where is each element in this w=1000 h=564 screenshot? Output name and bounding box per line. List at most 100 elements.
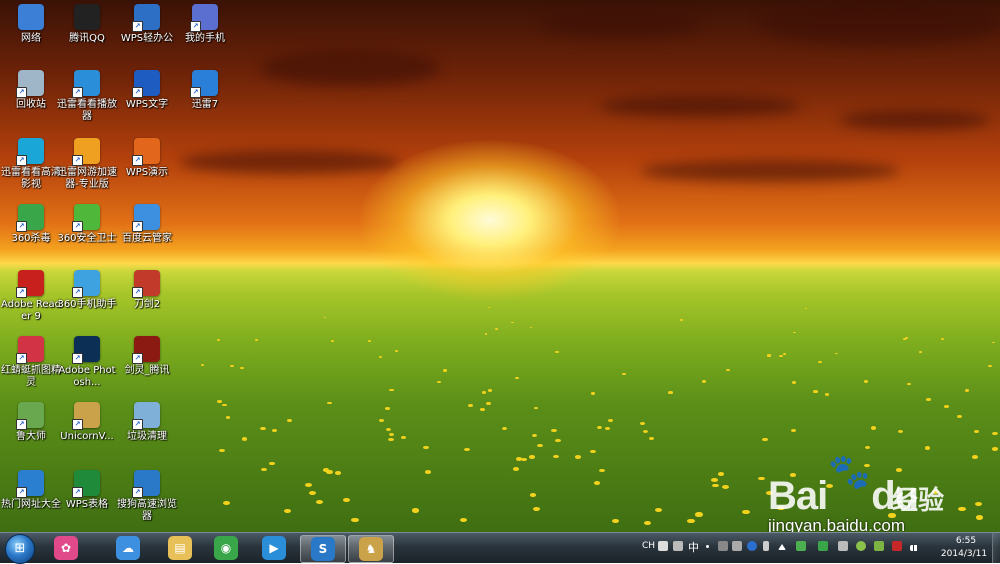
start-button[interactable]: ⊞ (5, 534, 35, 564)
taskbar-unicorn-game-button[interactable]: ♞ (348, 535, 394, 563)
network-icon (18, 4, 44, 30)
taskbar-sogou-browser-button[interactable]: S (300, 535, 346, 563)
taskbar-xunlei-kankan-button[interactable]: ▶ (252, 535, 296, 561)
shortcut-arrow-icon: ↗ (72, 287, 83, 298)
taskbar-color-flower-app-button[interactable]: ✿ (44, 535, 88, 561)
desktop-shortcut[interactable]: ↗ 迅雷7 (174, 70, 236, 111)
desktop-shortcut[interactable]: ↗ 红蜻蜓抓图精灵 (0, 336, 62, 389)
dandelion (648, 436, 655, 440)
dandelion (722, 485, 729, 490)
dandelion (988, 365, 993, 368)
action-center-icon[interactable] (874, 541, 884, 551)
junk-cleanup-icon: ↗ (132, 402, 160, 430)
cloud (840, 110, 990, 130)
desktop-shortcut-label: 剑灵_腾讯 (124, 365, 170, 376)
network-status-icon[interactable] (892, 541, 902, 551)
dandelion (379, 355, 383, 358)
shortcut-arrow-icon: ↗ (72, 221, 83, 232)
desktop-shortcut[interactable]: 网络 (0, 4, 62, 45)
desktop-shortcut[interactable]: ↗ 剑灵_腾讯 (116, 336, 178, 377)
signal-strength-icon[interactable] (910, 545, 920, 551)
dandelion (622, 372, 626, 376)
dandelion (825, 393, 830, 396)
ludashi-icon: ↗ (16, 402, 44, 430)
help-icon[interactable] (747, 541, 757, 551)
dandelion (514, 376, 519, 380)
dandelion (575, 455, 582, 459)
ime-menu-icon[interactable] (763, 541, 769, 551)
desktop-shortcut[interactable]: ↗ WPS演示 (116, 138, 178, 179)
sogou-browser-icon: S (311, 537, 335, 561)
show-hidden-icons-icon[interactable] (778, 544, 786, 550)
ime-skin-icon[interactable] (673, 541, 683, 551)
dandelion (668, 391, 673, 395)
shortcut-arrow-icon: ↗ (16, 487, 27, 498)
dandelion (779, 355, 783, 358)
dandelion (305, 482, 313, 487)
dandelion (965, 389, 970, 392)
dandelion (531, 434, 538, 438)
dandelion (389, 388, 394, 392)
cloud (260, 50, 440, 86)
desktop-shortcut[interactable]: ↗ WPS文字 (116, 70, 178, 111)
taskbar-baidu-cloud-button[interactable]: ☁ (106, 535, 150, 561)
keyboard-icon[interactable] (718, 541, 728, 551)
clock-time[interactable]: 6:55 (946, 536, 986, 546)
360-safe-tray-icon[interactable] (856, 541, 866, 551)
desktop-shortcut-label: WPS演示 (125, 167, 169, 178)
blade-soul-icon: ↗ (132, 336, 160, 364)
taskbar-360-browser-button[interactable]: ◉ (204, 535, 248, 561)
desktop-shortcut[interactable]: ↗ 360杀毒 (0, 204, 62, 245)
battery-icon[interactable] (796, 541, 806, 551)
desktop-shortcut[interactable]: ↗ 垃圾清理 (116, 402, 178, 443)
ime-mode-indicator[interactable]: 中 (688, 539, 699, 555)
desktop-shortcut-label: Adobe Photosh... (58, 365, 116, 388)
toolbox-icon[interactable] (732, 541, 742, 551)
desktop-shortcut[interactable]: ↗ 迅雷看看高清影视 (0, 138, 62, 191)
desktop-shortcut[interactable]: ↗ 迅雷网游加速器-专业版 (56, 138, 118, 191)
desktop-shortcut[interactable]: ↗ 刀剑2 (116, 270, 178, 311)
dandelion (368, 340, 372, 343)
taskbar-file-explorer-button[interactable]: ▤ (158, 535, 202, 561)
desktop-shortcut[interactable]: ↗ Adobe Photosh... (56, 336, 118, 389)
desktop-shortcut[interactable]: ↗ 迅雷看看播放器 (56, 70, 118, 123)
color-flower-app-icon: ✿ (54, 536, 78, 560)
qr-code-icon[interactable] (658, 541, 668, 551)
desktop-shortcut[interactable]: ↗ 百度云管家 (116, 204, 178, 245)
desktop-shortcut[interactable]: 腾讯QQ (56, 4, 118, 45)
dandelion (926, 398, 931, 401)
desktop-shortcut[interactable]: ↗ WPS轻办公 (116, 4, 178, 45)
shortcut-arrow-icon: ↗ (132, 87, 143, 98)
dandelion (482, 391, 487, 394)
volume-icon[interactable] (838, 541, 848, 551)
desktop-shortcut[interactable]: ↗ 搜狗高速浏览器 (116, 470, 178, 523)
desktop-shortcut[interactable]: ↗ 热门网址大全 (0, 470, 62, 511)
dandelion (695, 512, 703, 517)
dandelion (487, 306, 490, 309)
clock-date[interactable]: 2014/3/11 (936, 549, 992, 559)
desktop-shortcut[interactable]: ↗ 回收站 (0, 70, 62, 111)
dandelion (767, 354, 771, 357)
show-desktop-button[interactable] (992, 533, 1000, 563)
360-antivirus-icon: ↗ (16, 204, 44, 232)
desktop-shortcut[interactable]: ↗ WPS表格 (56, 470, 118, 511)
dandelion (642, 429, 648, 434)
shortcut-arrow-icon: ↗ (190, 87, 201, 98)
desktop-shortcut[interactable]: ↗ 鲁大师 (0, 402, 62, 443)
desktop-shortcut[interactable]: ↗ 360手机助手 (56, 270, 118, 311)
360-shield-icon[interactable] (818, 541, 828, 551)
shortcut-arrow-icon: ↗ (190, 21, 201, 32)
popular-sites-icon: ↗ (16, 470, 44, 498)
shortcut-arrow-icon: ↗ (16, 87, 27, 98)
desktop-shortcut[interactable]: ↗ 360安全卫士 (56, 204, 118, 245)
wps-spreadsheet-icon: ↗ (72, 470, 100, 498)
desktop-shortcut-label: 搜狗高速浏览器 (117, 499, 177, 522)
dandelion (944, 405, 949, 409)
dandelion (532, 506, 540, 511)
desktop-shortcut[interactable]: ↗ Adobe Reader 9 (0, 270, 62, 323)
desktop-shortcut[interactable]: ↗ UnicornV... (56, 402, 118, 443)
dandelion (551, 428, 557, 432)
desktop-shortcut[interactable]: ↗ 我的手机 (174, 4, 236, 45)
language-indicator[interactable]: CH (642, 541, 655, 551)
punctuation-icon[interactable] (706, 545, 709, 548)
